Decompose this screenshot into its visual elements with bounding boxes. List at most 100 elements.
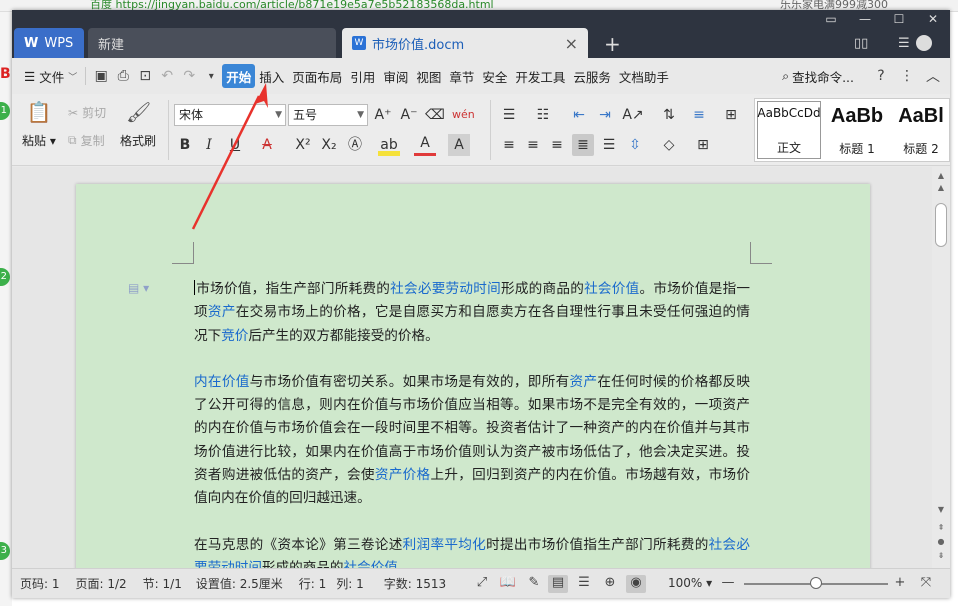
zoom-in-icon[interactable]: + bbox=[890, 575, 910, 593]
superscript-icon[interactable]: X² bbox=[292, 134, 314, 156]
full-screen-icon[interactable]: ⤢ bbox=[472, 575, 492, 593]
sort-icon[interactable]: ⇅ bbox=[658, 104, 680, 126]
strikethrough-icon[interactable]: A bbox=[256, 134, 278, 156]
phonetic-guide-icon[interactable]: wén bbox=[452, 104, 475, 126]
decrease-indent-icon[interactable]: ⇤ bbox=[568, 104, 590, 126]
customize-toolbar-icon[interactable]: ▾ bbox=[200, 65, 222, 87]
format-painter-button[interactable]: 🖌 格式刷 bbox=[120, 100, 156, 149]
status-row[interactable]: 行: 1 bbox=[299, 575, 327, 592]
decrease-font-icon[interactable]: A⁻ bbox=[398, 104, 420, 126]
write-mode-icon[interactable]: ✎ bbox=[524, 575, 544, 593]
maximize-icon[interactable]: ☐ bbox=[882, 10, 916, 28]
tab-cloud-service[interactable]: 云服务 bbox=[569, 64, 615, 88]
paragraph-options-icon[interactable]: ▤ ▾ bbox=[128, 281, 149, 295]
distributed-align-icon[interactable]: ☰ bbox=[598, 134, 620, 156]
fit-page-icon[interactable]: ⤧ bbox=[916, 575, 936, 593]
tab-references[interactable]: 引用 bbox=[346, 64, 379, 88]
new-tab-plus-icon[interactable]: + bbox=[604, 32, 621, 56]
copy-button[interactable]: ⧉ 复制 bbox=[68, 132, 105, 149]
undo-icon[interactable]: ↶ bbox=[156, 65, 178, 87]
previous-page-icon[interactable]: ⇞ bbox=[932, 523, 950, 532]
bold-icon[interactable]: B bbox=[174, 134, 196, 156]
restore-down-icon[interactable]: ▭ bbox=[814, 10, 848, 28]
text-direction-icon[interactable]: A↗ bbox=[622, 104, 644, 126]
status-word-count[interactable]: 字数: 1513 bbox=[384, 575, 446, 592]
paste-button[interactable]: 📋 粘贴 ▾ bbox=[22, 100, 56, 149]
select-browse-object-icon[interactable]: ● bbox=[932, 537, 950, 546]
tab-home[interactable]: 开始 bbox=[222, 64, 256, 88]
align-justify-icon[interactable]: ≣ bbox=[572, 134, 594, 156]
hyperlink[interactable]: 资产价格 bbox=[375, 467, 431, 483]
close-tab-icon[interactable]: × bbox=[565, 34, 578, 53]
hyperlink[interactable]: 资产 bbox=[208, 304, 236, 320]
subscript-icon[interactable]: X₂ bbox=[318, 134, 340, 156]
scroll-down-icon[interactable]: ▼ bbox=[932, 505, 950, 514]
tab-chapter[interactable]: 章节 bbox=[445, 64, 478, 88]
document-paragraph[interactable]: 在马克思的《资本论》第三卷论述利润率平均化时提出市场价值指生产部门所耗费的社会必… bbox=[194, 534, 750, 568]
print-icon[interactable]: ⎙ bbox=[112, 65, 134, 87]
reading-mode-icon[interactable]: 📖 bbox=[498, 575, 518, 593]
hyperlink[interactable]: 社会价值 bbox=[584, 281, 639, 297]
status-pages[interactable]: 页面: 1/2 bbox=[76, 575, 127, 592]
tab-wps-home[interactable]: W WPS bbox=[14, 28, 84, 58]
hyperlink[interactable]: 资产 bbox=[570, 374, 598, 390]
tab-security[interactable]: 安全 bbox=[478, 64, 511, 88]
next-page-icon[interactable]: ⇟ bbox=[932, 551, 950, 560]
paragraph-spacing-icon[interactable]: ⇳ bbox=[624, 134, 646, 156]
hyperlink[interactable]: 内在价值 bbox=[194, 374, 250, 390]
hyperlink[interactable]: 社会必要劳动时间 bbox=[390, 281, 501, 297]
document-paragraph[interactable]: 内在价值与市场价值有密切关系。如果市场是有效的，即所有资产在任何时候的价格都反映… bbox=[194, 371, 750, 511]
bullet-list-icon[interactable]: ☰ bbox=[498, 104, 520, 126]
style-normal[interactable]: AaBbCcDd 正文 bbox=[757, 101, 821, 159]
underline-icon[interactable]: U bbox=[224, 134, 246, 156]
command-search[interactable]: ⌕ 查找命令... bbox=[778, 63, 858, 89]
shading-icon[interactable]: ◇ bbox=[658, 134, 680, 156]
highlight-icon[interactable]: ab bbox=[378, 134, 400, 156]
tab-document[interactable]: W 市场价值.docm × bbox=[342, 28, 588, 58]
status-section[interactable]: 节: 1/1 bbox=[143, 575, 182, 592]
status-page-code[interactable]: 页码: 1 bbox=[20, 575, 60, 592]
align-center-icon[interactable]: ≡ bbox=[522, 134, 544, 156]
show-paragraph-marks-icon[interactable]: ⊞ bbox=[720, 104, 742, 126]
tab-developer[interactable]: 开发工具 bbox=[511, 64, 569, 88]
help-icon[interactable]: ? bbox=[870, 65, 892, 87]
tab-new[interactable]: 新建 bbox=[88, 28, 336, 58]
font-color-icon[interactable]: A bbox=[414, 134, 436, 156]
borders-icon[interactable]: ⊞ bbox=[692, 134, 714, 156]
hyperlink[interactable]: 社会价值 bbox=[344, 560, 398, 568]
font-name-select[interactable]: 宋体 ▼ bbox=[174, 104, 286, 126]
document-page[interactable]: ▤ ▾ 市场价值，指生产部门所耗费的社会必要劳动时间形成的商品的社会价值。市场价… bbox=[76, 184, 870, 568]
file-menu-button[interactable]: ☰ 文件 ﹀ bbox=[20, 63, 81, 89]
tab-view[interactable]: 视图 bbox=[412, 64, 445, 88]
status-setting[interactable]: 设置值: 2.5厘米 bbox=[196, 575, 283, 592]
print-preview-icon[interactable]: ⊡ bbox=[134, 65, 156, 87]
italic-icon[interactable]: I bbox=[198, 134, 220, 156]
scroll-thumb[interactable] bbox=[935, 203, 947, 247]
cut-button[interactable]: ✂ 剪切 bbox=[68, 104, 106, 121]
style-heading-1[interactable]: AaBb 标题 1 bbox=[825, 101, 889, 159]
account-icon[interactable]: ☰ bbox=[898, 36, 910, 51]
eye-protection-icon[interactable]: ◉ bbox=[626, 575, 646, 593]
outline-view-icon[interactable]: ☰ bbox=[574, 575, 594, 593]
avatar[interactable] bbox=[916, 35, 932, 51]
text-effect-icon[interactable]: Ⓐ bbox=[344, 134, 366, 156]
increase-indent-icon[interactable]: ⇥ bbox=[594, 104, 616, 126]
hyperlink[interactable]: 竞价 bbox=[221, 328, 248, 344]
align-right-icon[interactable]: ≡ bbox=[546, 134, 568, 156]
line-spacing-icon[interactable]: ≡ bbox=[688, 104, 710, 126]
more-options-icon[interactable]: ⋮ bbox=[896, 65, 918, 87]
save-icon[interactable]: ▣ bbox=[90, 65, 112, 87]
document-body[interactable]: 市场价值，指生产部门所耗费的社会必要劳动时间形成的商品的社会价值。市场价值是指一… bbox=[194, 278, 750, 568]
window-layout-icon[interactable]: ▯▯ bbox=[854, 36, 868, 51]
scroll-up-icon[interactable]: ▲ bbox=[932, 171, 950, 180]
close-window-icon[interactable]: ✕ bbox=[916, 10, 950, 28]
hyperlink[interactable]: 利润率平均化 bbox=[403, 537, 486, 553]
vertical-scrollbar[interactable]: ▲ ▲ ▼ ⇞ ● ⇟ bbox=[932, 167, 950, 568]
align-left-icon[interactable]: ≡ bbox=[498, 134, 520, 156]
page-view-icon[interactable]: ▤ bbox=[548, 575, 568, 593]
zoom-slider-knob[interactable] bbox=[810, 577, 822, 589]
redo-icon[interactable]: ↷ bbox=[178, 65, 200, 87]
web-view-icon[interactable]: ⊕ bbox=[600, 575, 620, 593]
char-shading-icon[interactable]: A bbox=[448, 134, 470, 156]
clear-format-icon[interactable]: ⌫ bbox=[424, 104, 446, 126]
